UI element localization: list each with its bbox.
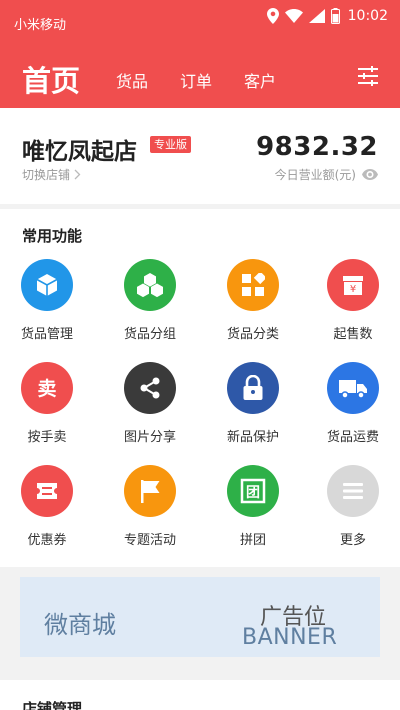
func-label: 货品分类: [226, 327, 279, 342]
func-label: 货品管理: [20, 327, 73, 342]
svg-text:卖: 卖: [37, 378, 56, 400]
func-image-share[interactable]: 图片分享: [103, 362, 203, 462]
func-coupon[interactable]: 优惠券: [0, 465, 100, 565]
signal-icon: [308, 9, 325, 23]
carrier-label: 小米移动: [14, 18, 67, 33]
banner-section: 微商城 广告位 BANNER: [0, 567, 400, 667]
common-functions-title: 常用功能: [22, 227, 83, 245]
revenue-value: 9832.32: [256, 132, 378, 162]
wifi-icon: [284, 9, 303, 23]
lock-icon: [227, 362, 279, 414]
func-sell-by-hand[interactable]: 卖 按手卖: [0, 362, 100, 462]
battery-icon: [330, 8, 340, 24]
func-label: 按手卖: [27, 430, 67, 445]
func-label: 新品保护: [226, 430, 279, 445]
revenue-label-row: 今日营业额(元): [275, 166, 378, 183]
status-bar: 小米移动 10:02: [0, 0, 400, 40]
nav-tab-customers[interactable]: 客户: [244, 68, 276, 92]
time-label: 10:02: [347, 8, 388, 24]
shop-manage-title: 店铺管理: [22, 700, 83, 710]
func-goods-group[interactable]: 货品分组: [103, 259, 203, 359]
switch-store-label: 切换店铺: [22, 168, 71, 182]
common-functions: 常用功能 货品管理 货品分组 货品分类 ¥ 起售数 卖 按手卖 图片分享 新品保…: [0, 209, 400, 567]
share-icon: [124, 362, 176, 414]
switch-store-link[interactable]: 切换店铺: [22, 166, 81, 183]
boxes-icon: [124, 259, 176, 311]
eye-icon[interactable]: [362, 169, 378, 180]
func-goods-manage[interactable]: 货品管理: [0, 259, 100, 359]
nav-tab-goods[interactable]: 货品: [116, 68, 148, 92]
sell-icon: 卖: [21, 362, 73, 414]
func-more[interactable]: 更多: [306, 465, 400, 565]
func-special-event[interactable]: 专题活动: [103, 465, 203, 565]
settings-menu-icon[interactable]: [354, 62, 382, 90]
func-label: 更多: [339, 533, 366, 548]
flag-icon: [124, 465, 176, 517]
func-group-buy[interactable]: 团 拼团: [206, 465, 306, 565]
func-label: 拼团: [239, 533, 266, 548]
banner-left-text: 微商城: [44, 611, 116, 639]
ad-banner[interactable]: 微商城 广告位 BANNER: [20, 577, 380, 657]
header: 小米移动 10:02 首页 货品 订单 客户: [0, 0, 400, 108]
func-label: 图片分享: [123, 430, 176, 445]
revenue-label: 今日营业额(元): [274, 168, 356, 182]
banner-subtitle: BANNER: [242, 625, 338, 650]
more-icon: [327, 465, 379, 517]
store-name: 唯忆凤起店: [22, 139, 137, 165]
nav-tab-orders[interactable]: 订单: [180, 68, 212, 92]
category-icon: [227, 259, 279, 311]
func-label: 专题活动: [123, 533, 176, 548]
chevron-right-icon: [74, 169, 81, 180]
top-nav: 首页 货品 订单 客户: [0, 58, 400, 102]
func-label: 货品分组: [123, 327, 176, 342]
func-new-protect[interactable]: 新品保护: [206, 362, 306, 462]
func-goods-category[interactable]: 货品分类: [206, 259, 306, 359]
svg-text:团: 团: [246, 485, 260, 501]
nav-home[interactable]: 首页: [22, 58, 80, 100]
func-min-order[interactable]: ¥ 起售数: [306, 259, 400, 359]
func-label: 货品运费: [326, 430, 379, 445]
shop-manage-section: 店铺管理: [0, 680, 400, 710]
func-shipping-fee[interactable]: 货品运费: [306, 362, 400, 462]
store-badge: 专业版: [150, 136, 191, 153]
location-icon: [266, 8, 279, 24]
status-icons: 10:02: [266, 6, 388, 26]
group-buy-icon: 团: [227, 465, 279, 517]
truck-icon: [327, 362, 379, 414]
svg-text:¥: ¥: [350, 284, 356, 295]
cube-icon: [21, 259, 73, 311]
coupon-icon: [21, 465, 73, 517]
yen-box-icon: ¥: [327, 259, 379, 311]
store-card: 唯忆凤起店 专业版 切换店铺 9832.32 今日营业额(元): [0, 108, 400, 204]
func-label: 优惠券: [27, 533, 67, 548]
func-label: 起售数: [333, 327, 373, 342]
